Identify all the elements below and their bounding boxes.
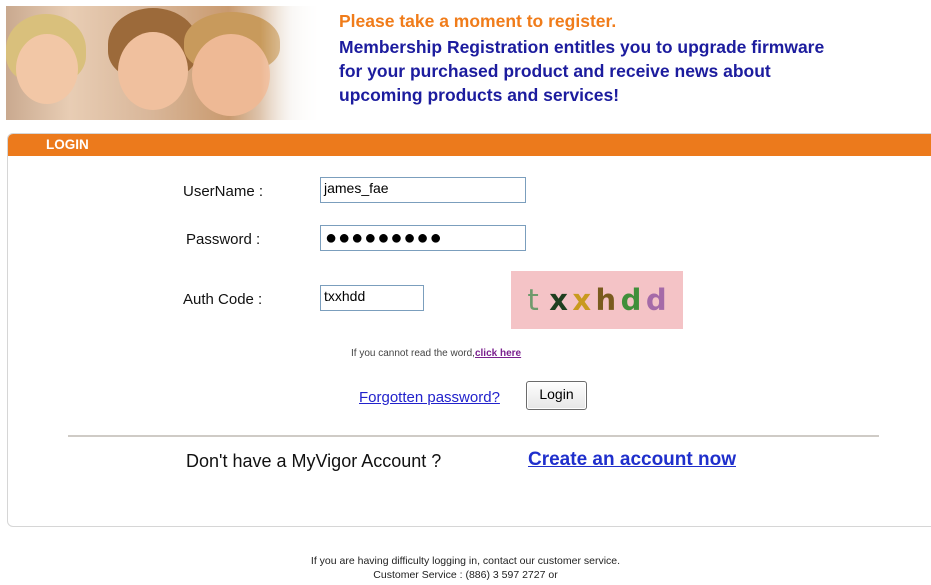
no-account-text: Don't have a MyVigor Account ? <box>186 451 442 471</box>
authcode-label: Auth Code : <box>183 291 263 308</box>
child-face-middle <box>118 32 188 110</box>
captcha-letter: h <box>595 283 617 317</box>
captcha-refresh-link[interactable]: click here <box>475 348 521 359</box>
intro-text: Please take a moment to register. Member… <box>339 9 929 107</box>
authcode-field[interactable]: txxhdd <box>320 285 424 311</box>
intro-line: Membership Registration entitles you to … <box>339 37 825 57</box>
authcode-value: txxhdd <box>324 288 366 304</box>
intro-line: upcoming products and services! <box>339 85 620 105</box>
intro-body: Membership Registration entitles you to … <box>339 35 929 107</box>
login-section-title: LOGIN <box>46 137 89 152</box>
forgot-password-link[interactable]: Forgotten password? <box>359 389 500 406</box>
captcha-image: t x x h d d <box>511 271 683 329</box>
child-face-right <box>192 34 270 116</box>
create-account-link[interactable]: Create an account now <box>528 449 736 471</box>
captcha-letter: d <box>620 283 642 317</box>
intro-line: for your purchased product and receive n… <box>339 61 771 81</box>
children-photo <box>6 6 324 120</box>
username-value: james_fae <box>324 180 389 196</box>
captcha-letter: x <box>549 283 568 317</box>
footer-phone-text: Customer Service : (886) 3 597 2727 or <box>373 569 558 581</box>
intro-title: Please take a moment to register. <box>339 11 617 31</box>
password-mask: ●●●●●●●●● <box>325 227 443 249</box>
captcha-letter: x <box>572 283 592 317</box>
child-face-left <box>16 34 78 104</box>
captcha-hint: If you cannot read the word,click here <box>351 348 521 359</box>
password-label: Password : <box>186 231 261 248</box>
divider <box>68 435 879 437</box>
login-button[interactable]: Login <box>526 381 587 410</box>
username-label: UserName : <box>183 183 264 200</box>
footer-help-text: If you are having difficulty logging in,… <box>310 555 621 567</box>
password-field[interactable]: ●●●●●●●●● <box>320 225 526 251</box>
captcha-hint-text: If you cannot read the word, <box>351 348 475 359</box>
captcha-letter: d <box>645 283 667 317</box>
login-section-bar: LOGIN <box>8 134 931 156</box>
username-field[interactable]: james_fae <box>320 177 526 203</box>
captcha-letter: t <box>527 283 539 317</box>
registration-header: Please take a moment to register. Member… <box>0 0 931 125</box>
